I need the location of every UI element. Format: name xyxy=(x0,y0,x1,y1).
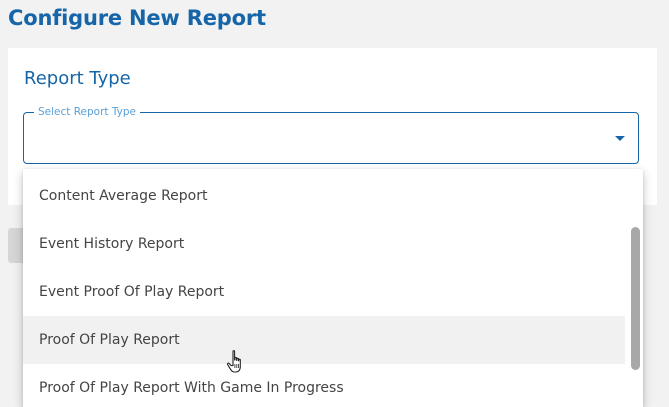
page-title: Configure New Report xyxy=(8,6,266,30)
section-title-report-type: Report Type xyxy=(24,68,131,89)
dropdown-option-event-history-report[interactable]: Event History Report xyxy=(23,220,625,268)
report-type-dropdown-menu: Content Average Report Event History Rep… xyxy=(23,169,643,407)
dropdown-option-event-proof-of-play-report[interactable]: Event Proof Of Play Report xyxy=(23,268,625,316)
dropdown-scrollbar-thumb[interactable] xyxy=(631,227,640,370)
caret-down-icon[interactable] xyxy=(615,136,625,141)
select-label: Select Report Type xyxy=(34,105,140,119)
dropdown-option-proof-of-play-report[interactable]: Proof Of Play Report xyxy=(23,316,625,364)
report-type-select[interactable]: Select Report Type xyxy=(23,105,639,164)
dropdown-option-content-average-report[interactable]: Content Average Report xyxy=(23,172,625,220)
dropdown-option-proof-of-play-report-with-game-in-progress[interactable]: Proof Of Play Report With Game In Progre… xyxy=(23,364,625,407)
